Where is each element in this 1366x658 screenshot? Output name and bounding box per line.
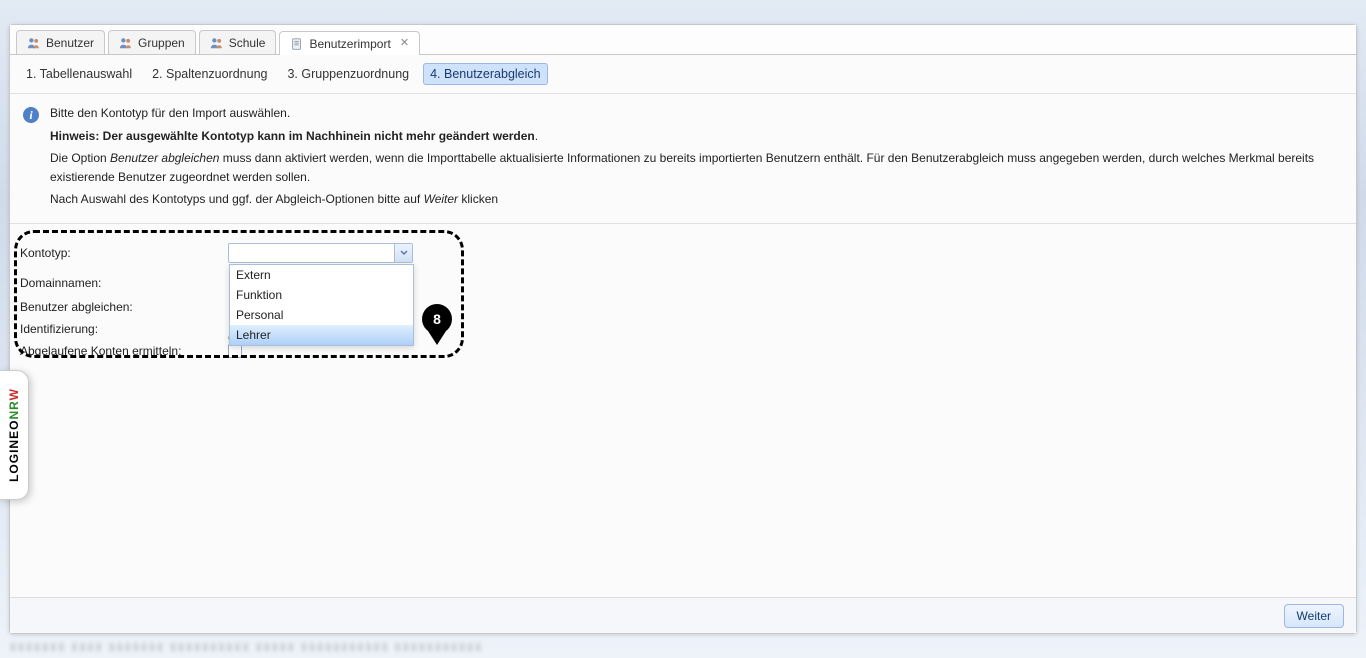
tab-bar: Benutzer Gruppen Schule Benutzerimport ✕ [10, 25, 1356, 55]
info-line-3: Die Option Benutzer abgleichen muss dann… [50, 149, 1344, 186]
tab-schule[interactable]: Schule [199, 30, 277, 54]
option-lehrer[interactable]: Lehrer [230, 325, 413, 345]
tab-label: Benutzer [46, 36, 94, 50]
tab-gruppen[interactable]: Gruppen [108, 30, 196, 54]
chevron-down-icon[interactable] [394, 244, 412, 262]
row-expired: Abgelaufene Konten ermitteln: [20, 344, 1346, 358]
option-personal[interactable]: Personal [230, 305, 413, 325]
users-icon [27, 36, 41, 50]
label-abgleichen: Benutzer abgleichen: [20, 300, 228, 314]
kontotyp-combo[interactable]: Extern Funktion Personal Lehrer [228, 243, 413, 263]
option-funktion[interactable]: Funktion [230, 285, 413, 305]
option-extern[interactable]: Extern [230, 265, 413, 285]
tab-label: Schule [229, 36, 266, 50]
info-text: Bitte den Kontotyp für den Import auswäh… [50, 104, 1344, 213]
row-ident: Identifizierung: [20, 322, 1346, 336]
info-line-1: Bitte den Kontotyp für den Import auswäh… [50, 104, 1344, 123]
close-icon[interactable]: ✕ [400, 38, 409, 49]
tab-benutzerimport[interactable]: Benutzerimport ✕ [279, 31, 420, 55]
form-area: Kontotyp: Extern Funktion Personal Lehre… [10, 224, 1356, 386]
wizard-step-1[interactable]: 1. Tabellenauswahl [20, 64, 138, 84]
kontotyp-dropdown: Extern Funktion Personal Lehrer [229, 264, 414, 346]
label-kontotyp: Kontotyp: [20, 246, 228, 260]
wizard-step-2[interactable]: 2. Spaltenzuordnung [146, 64, 273, 84]
label-ident: Identifizierung: [20, 322, 228, 336]
doc-icon [290, 37, 304, 51]
tab-label: Gruppen [138, 36, 185, 50]
wizard-step-3[interactable]: 3. Gruppenzuordnung [281, 64, 415, 84]
footer-bar: Weiter [10, 597, 1356, 633]
row-abgleichen: Benutzer abgleichen: [20, 300, 1346, 314]
row-kontotyp: Kontotyp: Extern Funktion Personal Lehre… [20, 238, 1346, 268]
info-line-4: Nach Auswahl des Kontotyps und ggf. der … [50, 190, 1344, 209]
users-icon [210, 36, 224, 50]
wizard-steps: 1. Tabellenauswahl 2. Spaltenzuordnung 3… [10, 55, 1356, 94]
logo-text: LOGINEONRW [7, 388, 21, 482]
kontotyp-input[interactable] [229, 244, 394, 262]
info-line-2: Hinweis: Der ausgewählte Kontotyp kann i… [50, 127, 1344, 146]
label-domain: Domainnamen: [20, 276, 228, 290]
label-expired: Abgelaufene Konten ermitteln: [20, 344, 228, 358]
expired-checkbox[interactable] [228, 344, 242, 358]
tab-benutzer[interactable]: Benutzer [16, 30, 105, 54]
info-icon: i [22, 106, 40, 213]
row-domain: Domainnamen: [20, 276, 1346, 290]
logo-tab[interactable]: LOGINEONRW [0, 370, 29, 500]
wizard-step-4[interactable]: 4. Benutzerabgleich [423, 63, 548, 85]
weiter-button[interactable]: Weiter [1284, 604, 1344, 628]
users-icon [119, 36, 133, 50]
app-window: Benutzer Gruppen Schule Benutzerimport ✕… [9, 24, 1357, 634]
blurred-status-line: ▮▮▮▮▮▮▮ ▮▮▮▮ ▮▮▮▮▮▮▮ ▮▮▮▮▮▮▮▮▮▮ ▮▮▮▮▮ ▮▮… [10, 640, 483, 653]
tab-label: Benutzerimport [309, 37, 390, 51]
info-panel: i Bitte den Kontotyp für den Import ausw… [10, 94, 1356, 224]
